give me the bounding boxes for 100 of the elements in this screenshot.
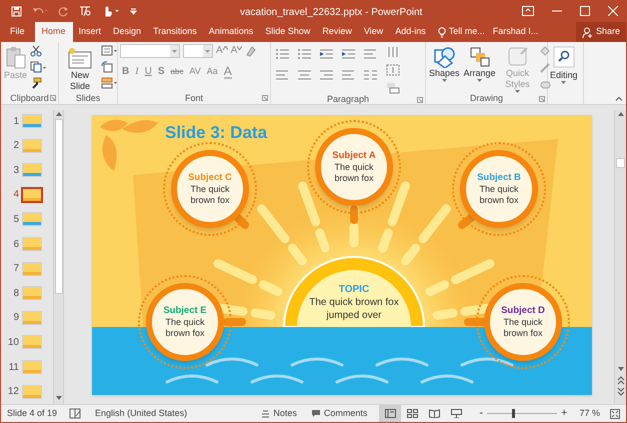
bullets-icon[interactable] [275, 48, 290, 60]
dialog-launcher-icon[interactable] [539, 96, 545, 102]
ribbon-tab[interactable]: Home [34, 22, 73, 42]
increase-indent-icon[interactable] [341, 48, 356, 60]
ribbon-button[interactable]: New Slide [61, 44, 99, 92]
reset-icon[interactable] [101, 61, 113, 73]
decrease-font-size-button[interactable]: A [230, 46, 242, 56]
slide-thumbnail[interactable] [23, 140, 41, 152]
format-button[interactable]: S [158, 64, 164, 79]
justify-icon[interactable] [341, 69, 356, 81]
fit-to-window-icon[interactable] [610, 408, 620, 418]
section-icon[interactable] [101, 77, 117, 89]
user-account[interactable]: Farshad I... [488, 22, 542, 42]
slide-thumbnail[interactable] [23, 336, 41, 348]
shape-effects-icon[interactable] [538, 79, 553, 91]
columns-icon[interactable] [363, 69, 378, 81]
slide-thumbnail[interactable] [23, 312, 41, 324]
ribbon-tab[interactable]: File [4, 22, 31, 42]
line-spacing-icon[interactable] [363, 48, 378, 60]
numbering-icon[interactable] [297, 48, 312, 60]
caret-icon [442, 79, 447, 82]
subject-text: The quick brown fox [502, 317, 544, 339]
close-icon[interactable] [608, 6, 618, 16]
redo-icon[interactable] [58, 6, 69, 16]
caret-icon [237, 46, 242, 50]
scroll-down-icon[interactable] [54, 394, 62, 402]
slide-number: 1 [12, 114, 19, 128]
save-icon[interactable] [11, 6, 22, 16]
slide-thumbnail[interactable] [23, 262, 41, 275]
ribbon-tab[interactable]: Transitions [147, 22, 203, 42]
touch-mode-icon[interactable] [79, 5, 92, 17]
font-name-field[interactable] [120, 44, 180, 58]
ribbon-tab[interactable]: Design [107, 22, 148, 42]
align-right-icon[interactable] [319, 69, 334, 81]
next-slide-icon[interactable] [616, 387, 624, 396]
previous-slide-icon[interactable] [616, 376, 624, 385]
clear-formatting-icon[interactable] [245, 45, 258, 57]
slide-thumbnail[interactable] [23, 213, 41, 226]
layout-icon[interactable] [101, 45, 117, 57]
subject-label: Subject D [501, 305, 545, 317]
ribbon-tab[interactable]: Insert [72, 22, 108, 42]
editing-button[interactable]: Editing [550, 44, 578, 84]
scroll-down-icon[interactable] [616, 365, 624, 373]
topic-label: TOPIC [338, 283, 370, 297]
scrollbar-thumb[interactable] [54, 119, 62, 294]
slide-thumbnail[interactable] [23, 164, 41, 176]
tell-me-search[interactable]: Tell me... [434, 22, 489, 42]
slide-thumbnail[interactable] [23, 361, 41, 373]
ribbon-button[interactable]: Shapes [428, 44, 461, 82]
slide-thumbnail[interactable] [23, 287, 41, 300]
font-size-field[interactable] [183, 44, 213, 58]
format-button[interactable]: I [135, 64, 139, 79]
slide-thumbnail[interactable] [23, 188, 41, 201]
spelling-check-icon[interactable] [69, 408, 82, 419]
new-slide-icon [67, 46, 93, 70]
dialog-launcher-icon[interactable] [50, 95, 56, 101]
ribbon-button[interactable]: Arrange [462, 44, 497, 82]
scrollbar-thumb[interactable] [616, 158, 625, 168]
zoom-in-button[interactable]: + [561, 408, 568, 419]
notes-button[interactable]: Notes [261, 406, 297, 420]
align-left-icon[interactable] [275, 69, 290, 81]
text-direction-icon[interactable] [386, 46, 400, 58]
ribbon-tab[interactable]: Review [316, 22, 358, 42]
scroll-up-icon[interactable] [616, 110, 624, 118]
language-button[interactable]: English (United States) [95, 406, 188, 420]
format-painter-icon[interactable] [30, 77, 42, 89]
ribbon-tab[interactable]: Animations [202, 22, 260, 42]
cut-icon[interactable] [30, 45, 42, 57]
slide-thumbnail[interactable] [23, 386, 41, 398]
smartart-icon[interactable] [386, 82, 400, 94]
ribbon-display-icon[interactable] [522, 6, 534, 16]
format-button[interactable]: B [122, 64, 130, 79]
align-text-icon[interactable] [386, 64, 400, 76]
format-button[interactable]: U [144, 64, 152, 79]
slide-sorter-icon [406, 409, 418, 418]
format-button[interactable]: Aa [206, 64, 218, 78]
slide-thumbnail[interactable] [23, 238, 41, 250]
view-button[interactable] [379, 405, 402, 422]
zoom-slider-thumb[interactable] [512, 409, 515, 418]
format-button[interactable]: A [224, 64, 232, 78]
zoom-out-button[interactable]: - [479, 408, 484, 419]
comments-button[interactable]: Comments [310, 406, 368, 420]
slide-thumbnail[interactable] [23, 115, 41, 127]
copy-icon[interactable] [30, 61, 46, 73]
subject-label: Subject B [477, 172, 521, 184]
increase-font-size-button[interactable]: A [216, 46, 228, 56]
share-button[interactable]: Share [576, 22, 626, 42]
format-button[interactable]: AV [189, 64, 201, 78]
ribbon-tab[interactable]: Slide Show [259, 22, 316, 42]
center-icon[interactable] [297, 69, 312, 81]
customize-caret-icon[interactable] [130, 8, 137, 14]
dialog-launcher-icon[interactable] [262, 95, 268, 101]
slide-title: Slide 3: Data [165, 122, 268, 144]
ribbon-tab[interactable]: Add-ins [389, 22, 432, 42]
ribbon-tab[interactable]: View [358, 22, 390, 42]
dialog-launcher-icon[interactable] [417, 97, 423, 103]
maximize-icon[interactable] [580, 6, 590, 16]
format-button[interactable]: abc [170, 66, 184, 78]
decrease-indent-icon[interactable] [319, 48, 334, 60]
collapse-ribbon-icon[interactable] [615, 96, 623, 101]
